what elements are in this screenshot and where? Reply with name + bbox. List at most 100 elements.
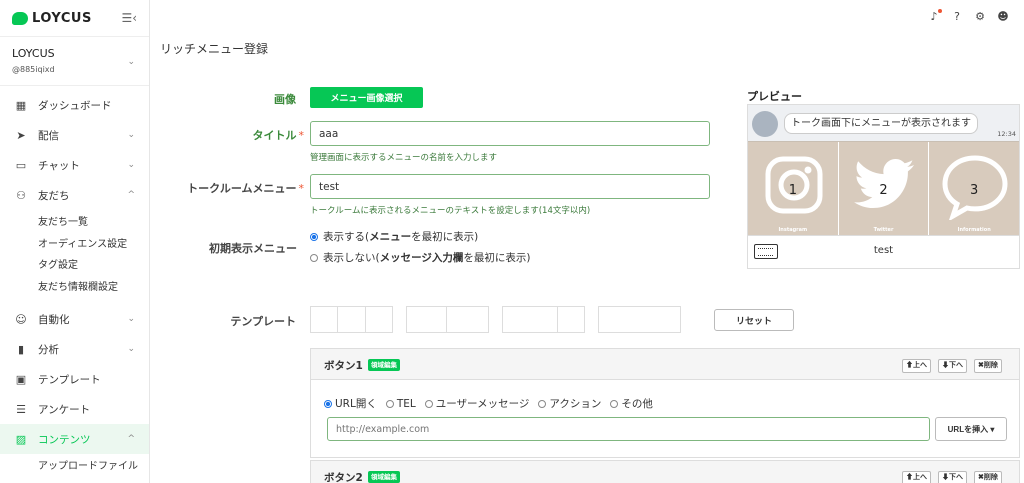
account-name: LOYCUS	[12, 47, 55, 60]
preview-cell-2: 2 Twitter	[838, 142, 930, 235]
sidebar-item-label: 友だち	[38, 189, 70, 202]
chevron-up-icon: ^	[127, 434, 135, 444]
radio-button[interactable]	[310, 253, 318, 262]
page-title: リッチメニュー登録	[160, 42, 269, 56]
preview-time: 12:34	[997, 130, 1016, 138]
sidebar-item-label: チャット	[38, 159, 80, 172]
title-label: タイトル *	[200, 127, 305, 143]
template-label: テンプレート	[230, 315, 296, 328]
radio-show-input[interactable]: 表示しない(メッセージ入力欄を最初に表示)	[310, 250, 531, 265]
radio-user-message[interactable]: ユーザーメッセージ	[424, 396, 530, 411]
select-image-button[interactable]: メニュー画像選択	[310, 87, 423, 108]
gear-icon[interactable]: ⚙	[973, 10, 987, 24]
move-down-button[interactable]: ⬇下へ	[938, 359, 967, 373]
sidebar-item-survey[interactable]: ☰ アンケート	[0, 394, 149, 424]
preview-title: プレビュー	[747, 90, 802, 103]
button-panel-1: ボタン1 領域編集 ⬆上へ ⬇下へ ✖削除 URL開く TEL ユーザーメッセー…	[310, 348, 1020, 458]
move-up-button[interactable]: ⬆上へ	[902, 471, 931, 483]
preview-cell-caption: Twitter	[873, 227, 894, 233]
radio-url[interactable]: URL開く	[324, 396, 377, 411]
sidebar-subitem-friend-info[interactable]: 友だち情報欄設定	[0, 275, 149, 297]
radio-button[interactable]	[538, 399, 547, 408]
sidebar-item-label: ダッシュボード	[38, 99, 112, 112]
chatroom-menu-input[interactable]	[310, 174, 710, 199]
initial-display-label: 初期表示メニュー	[209, 242, 297, 255]
sidebar-item-label: 自動化	[38, 313, 70, 326]
chevron-down-icon: ⌄	[127, 314, 135, 324]
reset-button[interactable]: リセット	[714, 309, 794, 331]
preview-cell-caption: Instagram	[778, 227, 808, 233]
radio-label: ユーザーメッセージ	[435, 398, 530, 410]
chevron-down-icon: ⌄	[127, 344, 135, 354]
preview-cell-3: 3 Information	[929, 142, 1020, 235]
radio-label: URL開く	[335, 398, 377, 410]
move-up-button[interactable]: ⬆上へ	[902, 359, 931, 373]
preview-menu-grid: 1 Instagram 2 Twitter 3 Information	[748, 141, 1020, 235]
avatar	[752, 111, 778, 137]
template-option-4[interactable]	[598, 306, 681, 333]
image-icon: ▨	[15, 432, 27, 446]
radio-action[interactable]: アクション	[538, 396, 601, 411]
sidebar-item-broadcast[interactable]: ➤ 配信 ⌄	[0, 120, 149, 150]
url-input[interactable]	[327, 417, 930, 441]
analytics-icon: ▮	[17, 342, 25, 356]
logo[interactable]: LOYCUS	[12, 11, 92, 26]
radio-button[interactable]	[324, 399, 332, 408]
bell-icon[interactable]: ♪	[927, 9, 942, 24]
insert-url-button[interactable]: URLを挿入 ▾	[935, 417, 1007, 441]
sidebar-item-automation[interactable]: ☺ 自動化 ⌄	[0, 304, 149, 334]
radio-tel[interactable]: TEL	[385, 396, 416, 411]
top-toolbar: ♪ ? ⚙ ☻	[927, 9, 1010, 24]
radio-button[interactable]	[385, 399, 394, 408]
radio-show-menu[interactable]: 表示する(メニューを最初に表示)	[310, 229, 478, 244]
notification-dot	[938, 9, 942, 13]
sidebar-subitem-friends-list[interactable]: 友だち一覧	[0, 210, 149, 232]
help-icon[interactable]: ?	[950, 10, 964, 24]
move-down-button[interactable]: ⬇下へ	[938, 471, 967, 483]
delete-button[interactable]: ✖削除	[974, 359, 1002, 373]
edit-area-badge[interactable]: 領域編集	[368, 471, 400, 483]
chevron-down-icon: ⌄	[127, 57, 135, 67]
sidebar-item-dashboard[interactable]: ▦ ダッシュボード	[0, 90, 149, 120]
sidebar-item-friends[interactable]: ⚇ 友だち ^	[0, 180, 149, 210]
preview-cell-number: 3	[970, 182, 979, 198]
template-option-1[interactable]	[310, 306, 393, 333]
title-input[interactable]	[310, 121, 710, 146]
button-panel-2: ボタン2 領域編集 ⬆上へ ⬇下へ ✖削除	[310, 460, 1020, 483]
radio-button[interactable]	[610, 399, 619, 408]
sidebar-item-template[interactable]: ▣ テンプレート	[0, 364, 149, 394]
sidebar-item-chat[interactable]: ▭ チャット ⌄	[0, 150, 149, 180]
panel-title: ボタン1	[324, 360, 363, 372]
template-option-2[interactable]	[406, 306, 489, 333]
radio-button[interactable]	[310, 232, 318, 241]
chevron-down-icon: ⌄	[127, 160, 135, 170]
sidebar-item-label: 分析	[38, 343, 59, 356]
image-label: 画像	[274, 93, 296, 106]
radio-other[interactable]: その他	[610, 396, 653, 411]
sidebar-item-label: テンプレート	[38, 373, 101, 386]
sidebar-subitem-audience[interactable]: オーディエンス設定	[0, 232, 149, 254]
sidebar-subitem-uploads[interactable]: アップロードファイル	[0, 454, 149, 476]
sidebar-collapse-icon[interactable]: ☰‹	[121, 11, 137, 25]
user-icon[interactable]: ☻	[996, 10, 1010, 24]
preview-cell-caption: Information	[957, 227, 991, 233]
chatroom-label: トークルームメニュー *	[150, 180, 304, 196]
radio-button[interactable]	[424, 399, 433, 408]
chat-icon: ▭	[15, 158, 27, 172]
account-switcher[interactable]: LOYCUS @885iqixd ⌄	[0, 36, 149, 86]
required-mark: *	[298, 129, 305, 142]
survey-icon: ☰	[16, 402, 26, 416]
sidebar-item-contents[interactable]: ▨ コンテンツ ^	[0, 424, 149, 454]
template-option-3[interactable]	[502, 306, 585, 333]
sidebar-item-analytics[interactable]: ▮ 分析 ⌄	[0, 334, 149, 364]
preview-panel: トーク画面下にメニューが表示されます 12:34 1 Instagram 2 T…	[747, 104, 1020, 269]
preview-menu-text: test	[873, 245, 894, 256]
delete-button[interactable]: ✖削除	[974, 471, 1002, 483]
chevron-up-icon: ^	[127, 190, 135, 200]
edit-area-badge[interactable]: 領域編集	[368, 359, 400, 371]
sidebar-subitem-tags[interactable]: タグ設定	[0, 253, 149, 275]
preview-chat-header: トーク画面下にメニューが表示されます 12:34	[748, 105, 1019, 141]
preview-cell-number: 1	[788, 182, 797, 198]
send-icon: ➤	[16, 128, 26, 142]
friends-icon: ⚇	[16, 188, 26, 202]
